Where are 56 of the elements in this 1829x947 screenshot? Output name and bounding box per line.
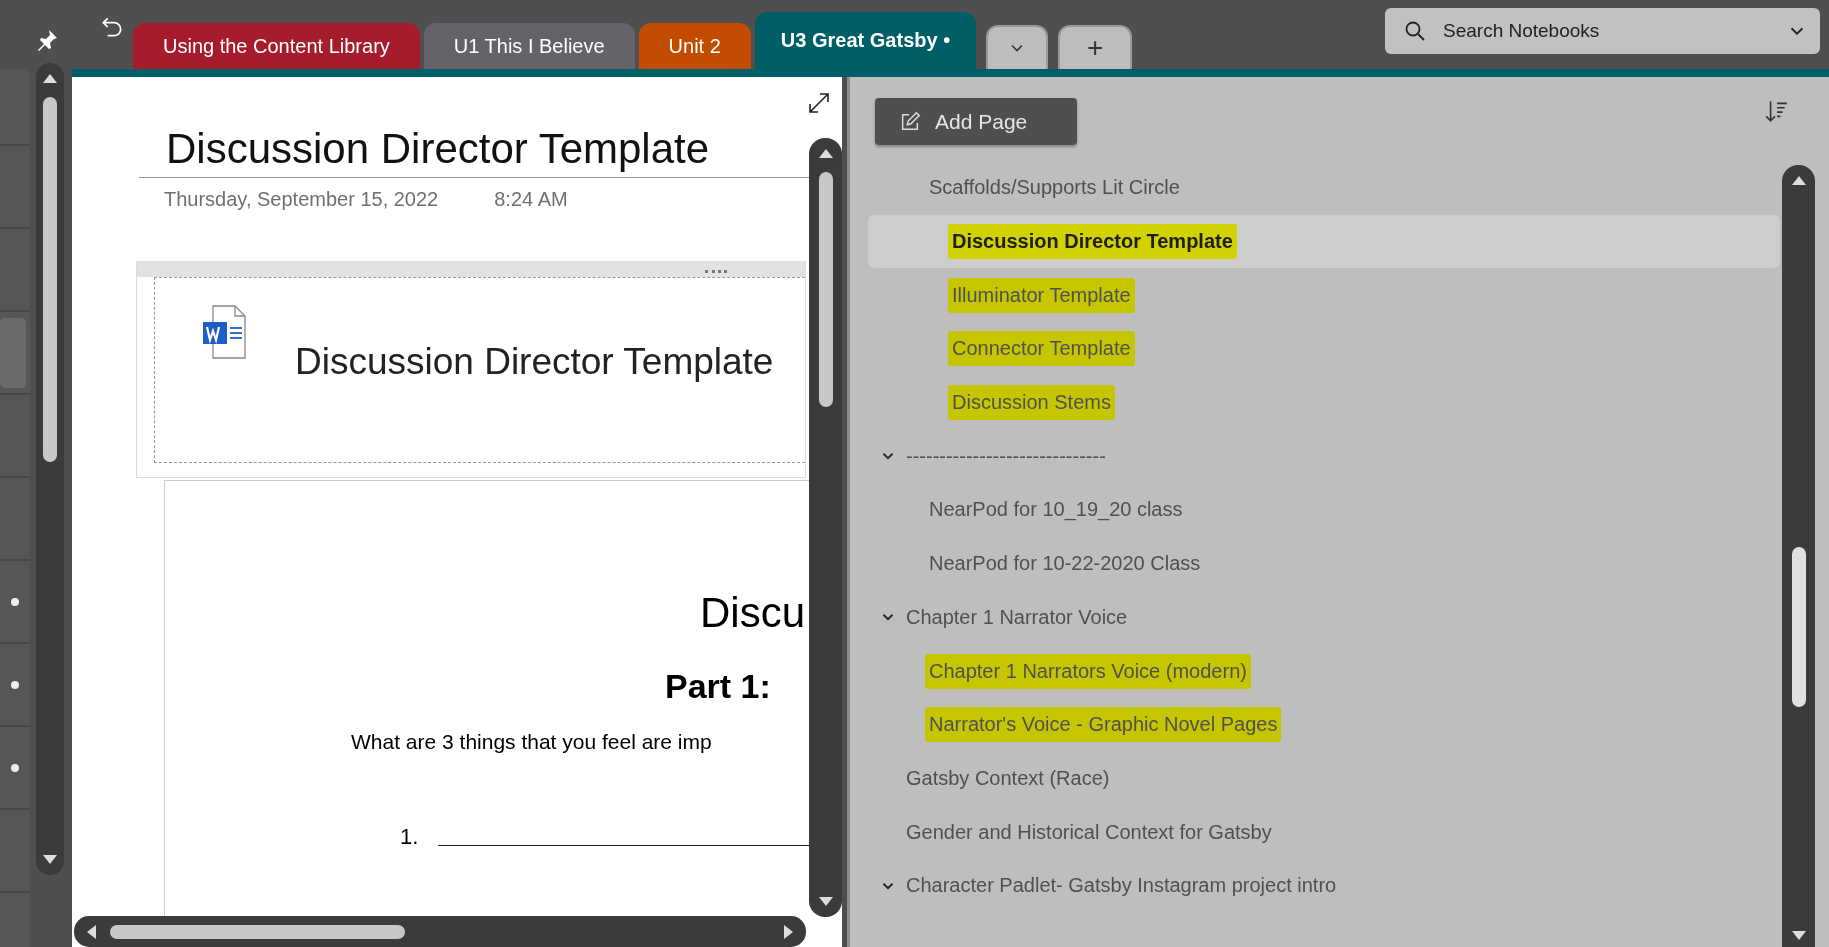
document-heading: Discu [699, 588, 807, 637]
scroll-thumb[interactable] [1791, 547, 1806, 707]
page-title: Discussion Director Template [166, 125, 710, 173]
scroll-thumb[interactable] [110, 924, 405, 939]
page-item[interactable]: Discussion Stems [868, 375, 1780, 430]
vertical-scrollbar[interactable] [809, 138, 842, 917]
notebook-tab[interactable]: U1 This I Believe [423, 23, 635, 69]
document-subheading: Part 1: [664, 666, 772, 706]
add-tab-button[interactable]: + [1058, 25, 1133, 69]
notebook-tab[interactable]: U3 Great Gatsby • [754, 12, 977, 69]
page-item[interactable]: Gender and Historical Context for Gatsby [868, 805, 1780, 859]
page-item[interactable]: Chapter 1 Narrators Voice (modern) [868, 644, 1780, 698]
page-item[interactable]: ------------------------------ [868, 429, 1780, 484]
scroll-thumb[interactable] [818, 172, 833, 407]
dot-icon[interactable] [11, 763, 19, 772]
page-date: Thursday, September 15, 2022 [164, 188, 439, 211]
scroll-down-icon[interactable] [42, 855, 58, 865]
page-item[interactable]: Discussion Director Template [868, 214, 1780, 269]
vertical-scrollbar[interactable] [36, 63, 64, 875]
vertical-scrollbar[interactable] [1782, 165, 1815, 947]
page-time: 8:24 AM [494, 188, 568, 211]
list-number: 1. [400, 824, 419, 850]
scroll-right-icon[interactable] [784, 923, 794, 940]
notebook-tab[interactable]: Using the Content Library [133, 23, 420, 69]
page-item[interactable]: Character Padlet- Gatsby Instagram project intro [868, 858, 1780, 913]
drag-handle-icon[interactable] [705, 270, 727, 276]
file-name: Discussion Director Template [295, 341, 774, 383]
page-item[interactable]: NearPod for 10_19_20 class [868, 483, 1780, 537]
dot-icon[interactable] [11, 597, 19, 606]
word-file-icon [201, 304, 247, 360]
add-page-button[interactable]: Add Page [875, 98, 1077, 145]
scroll-left-icon[interactable] [86, 923, 96, 940]
page-item[interactable]: NearPod for 10-22-2020 Class [868, 536, 1780, 591]
sort-icon[interactable] [1763, 98, 1789, 124]
document-question: What are 3 things that you feel are imp [350, 729, 713, 754]
page-item[interactable]: Gatsby Context (Race) [868, 751, 1780, 806]
expand-icon[interactable] [807, 91, 831, 115]
dot-icon[interactable] [11, 680, 19, 689]
page-item[interactable]: Scaffolds/Supports Lit Circle [868, 161, 1780, 215]
scroll-down-icon[interactable] [817, 897, 834, 907]
notebook-tab[interactable]: Unit 2 [638, 23, 751, 69]
page-item[interactable]: Illuminator Template [868, 268, 1780, 323]
scroll-up-icon[interactable] [42, 73, 58, 83]
scroll-down-icon[interactable] [1790, 931, 1807, 941]
edit-icon [899, 110, 921, 133]
horizontal-scrollbar[interactable] [74, 916, 806, 947]
file-attachment[interactable]: Discussion Director Template [154, 277, 805, 463]
search-icon [1403, 19, 1427, 43]
scroll-thumb[interactable] [43, 97, 57, 462]
page-item[interactable]: Connector Template [868, 322, 1780, 376]
search-field[interactable]: Search Notebooks [1385, 8, 1820, 54]
page-item[interactable]: Chapter 1 Narrator Voice [868, 590, 1780, 645]
scroll-up-icon[interactable] [1790, 175, 1807, 185]
tab-list-button[interactable] [986, 25, 1049, 69]
scroll-up-icon[interactable] [817, 148, 834, 158]
page-item[interactable]: Narrator's Voice - Graphic Novel Pages [868, 697, 1780, 752]
